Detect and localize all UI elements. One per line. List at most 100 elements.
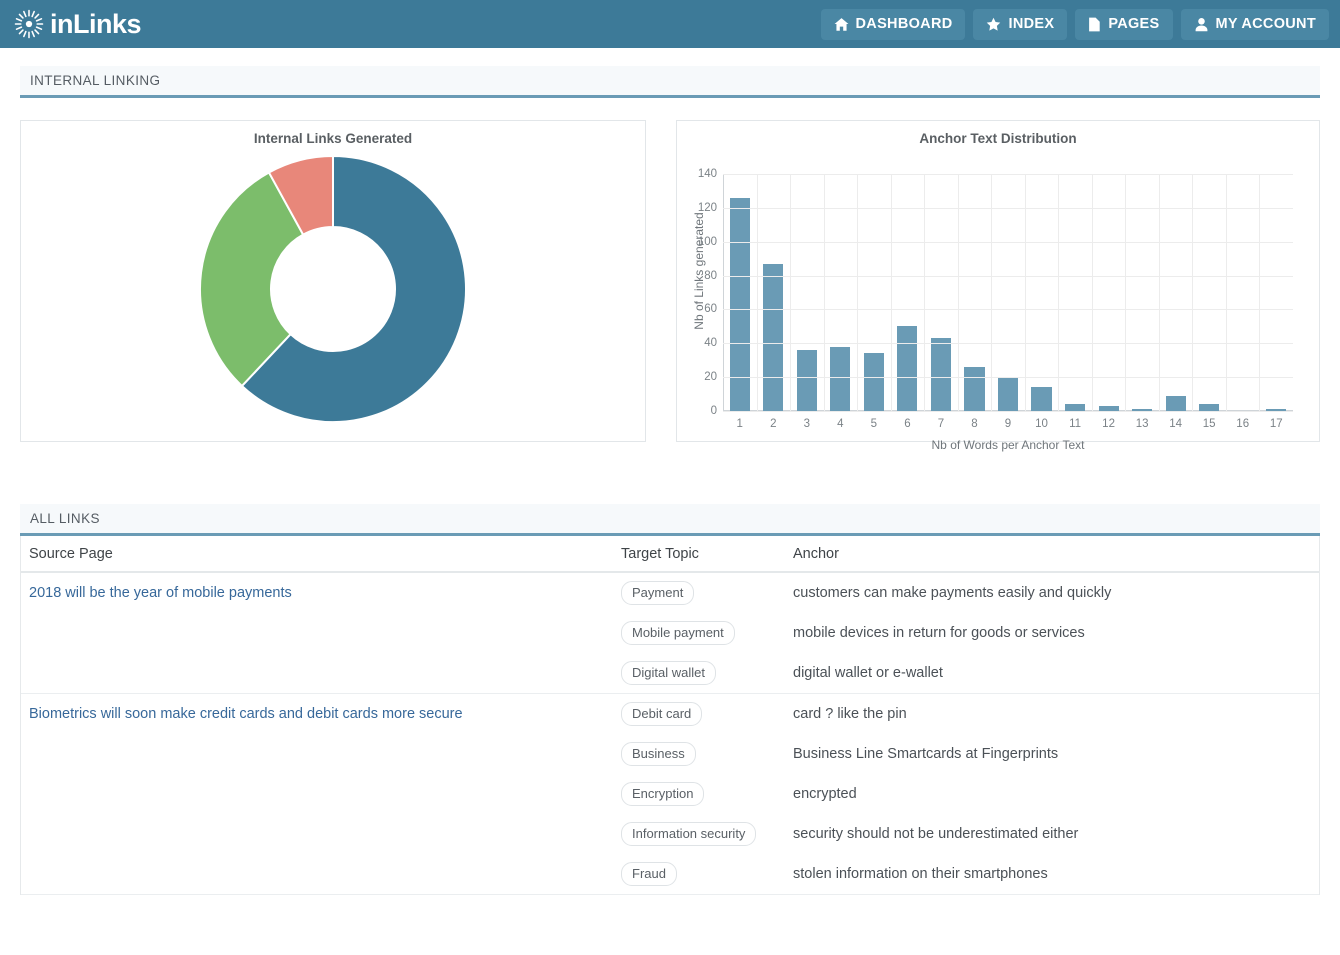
topic-chip[interactable]: Digital wallet xyxy=(621,661,716,685)
bar-column[interactable] xyxy=(1226,174,1260,411)
bar[interactable] xyxy=(1065,404,1086,411)
nav-button-group: DASHBOARD INDEX PAGES MY ACCOUNT xyxy=(820,8,1332,40)
target-topic-cell: Fraud xyxy=(621,862,793,886)
table-row: Fraud stolen information on their smartph… xyxy=(21,854,1319,894)
topic-chip[interactable]: Encryption xyxy=(621,782,705,806)
gridline-vertical xyxy=(991,174,993,411)
anchor-text-cell: digital wallet or e-wallet xyxy=(793,665,943,681)
internal-links-generated-card: Internal Links Generated xyxy=(20,120,646,442)
anchor-text-cell: card ? like the pin xyxy=(793,706,907,722)
bar-column[interactable] xyxy=(824,174,858,411)
table-row: Encryption encrypted xyxy=(21,774,1319,814)
topic-chip[interactable]: Payment xyxy=(621,581,695,605)
x-axis-tick-label: 1 xyxy=(736,418,743,430)
bar-column[interactable] xyxy=(891,174,925,411)
y-axis-tick-label: 20 xyxy=(704,371,717,384)
all-links-section-header: ALL LINKS xyxy=(20,504,1320,536)
gridline-vertical xyxy=(857,174,859,411)
bar[interactable] xyxy=(763,263,784,411)
table-row: Biometrics will soon make credit cards a… xyxy=(21,694,1319,734)
all-links-title: ALL LINKS xyxy=(30,511,100,526)
bar-column[interactable] xyxy=(857,174,891,411)
bar-column[interactable] xyxy=(1192,174,1226,411)
topic-chip[interactable]: Business xyxy=(621,742,696,766)
table-row: Mobile payment mobile devices in return f… xyxy=(21,613,1319,653)
source-page-link[interactable]: Biometrics will soon make credit cards a… xyxy=(29,706,463,722)
nav-my-account-button[interactable]: MY ACCOUNT xyxy=(1180,8,1329,40)
target-topic-cell: Information security xyxy=(621,822,793,846)
bar[interactable] xyxy=(729,197,750,411)
user-icon xyxy=(1195,17,1207,31)
bar-column[interactable] xyxy=(1125,174,1159,411)
bar-chart: Nb of Links generated 0 20 40 60 80 100 120 140… xyxy=(677,146,1321,452)
gridline-horizontal xyxy=(723,377,1293,379)
x-axis-tick-label: 10 xyxy=(1035,418,1048,430)
bar-column[interactable] xyxy=(790,174,824,411)
internal-linking-title: INTERNAL LINKING xyxy=(30,73,161,88)
nav-dashboard-button[interactable]: DASHBOARD xyxy=(820,8,966,40)
home-icon xyxy=(834,17,848,31)
gridline-horizontal xyxy=(723,411,1293,412)
topic-chip[interactable]: Information security xyxy=(621,822,757,846)
gridline-horizontal xyxy=(723,343,1293,345)
x-axis-tick-label: 3 xyxy=(803,418,811,430)
bar[interactable] xyxy=(1031,387,1052,411)
bar-column[interactable] xyxy=(1058,174,1092,411)
x-axis-tick-label: 9 xyxy=(1004,418,1012,430)
x-axis-tick-label: 2 xyxy=(770,418,777,430)
x-axis-tick-label: 8 xyxy=(971,418,978,430)
table-body: 2018 will be the year of mobile payments… xyxy=(21,573,1319,895)
bar-column[interactable] xyxy=(757,174,791,411)
bar-column[interactable] xyxy=(1260,174,1294,411)
bar[interactable] xyxy=(830,346,851,411)
gridline-horizontal xyxy=(723,207,1293,209)
nav-pages-button[interactable]: PAGES xyxy=(1075,8,1173,40)
bar[interactable] xyxy=(796,350,817,411)
bar[interactable] xyxy=(863,353,884,411)
column-header-anchor: Anchor xyxy=(793,546,839,562)
target-topic-cell: Payment xyxy=(621,581,793,605)
gridline-vertical xyxy=(756,174,758,411)
bar-column[interactable] xyxy=(1092,174,1126,411)
gridline-horizontal xyxy=(723,241,1293,243)
bar[interactable] xyxy=(930,338,951,411)
bar-column[interactable] xyxy=(1025,174,1059,411)
bar-column[interactable] xyxy=(723,174,757,411)
topic-chip[interactable]: Mobile payment xyxy=(621,621,735,645)
nav-index-button[interactable]: INDEX xyxy=(973,8,1068,40)
file-icon xyxy=(1089,17,1101,31)
bar-column[interactable] xyxy=(924,174,958,411)
table-row: Information security security should not … xyxy=(21,814,1319,854)
y-axis-tick-label: 60 xyxy=(704,303,717,316)
nav-dashboard-label: DASHBOARD xyxy=(855,16,953,32)
bar[interactable] xyxy=(897,326,918,411)
bar[interactable] xyxy=(1199,404,1220,411)
table-row: Digital wallet digital wallet or e-wallet xyxy=(21,653,1319,693)
bar[interactable] xyxy=(964,367,985,411)
charts-row: Internal Links Generated Anchor Text Dis… xyxy=(20,120,1321,452)
x-axis-tick-label: 4 xyxy=(837,418,844,430)
nav-pages-label: PAGES xyxy=(1108,16,1160,32)
topic-chip[interactable]: Debit card xyxy=(621,702,703,726)
nav-index-label: INDEX xyxy=(1008,16,1055,32)
target-topic-cell: Digital wallet xyxy=(621,661,793,685)
target-topic-cell: Business xyxy=(621,742,793,766)
anchor-text-distribution-card: Anchor Text Distribution Nb of Links gen… xyxy=(676,120,1321,452)
bar[interactable] xyxy=(997,377,1019,411)
bar[interactable] xyxy=(1165,395,1186,411)
brand-logo[interactable]: inLinks xyxy=(14,8,142,39)
x-axis-tick-label: 11 xyxy=(1069,418,1082,430)
target-topic-cell: Mobile payment xyxy=(621,621,793,645)
column-header-target-topic: Target Topic xyxy=(621,546,699,562)
bar-column[interactable] xyxy=(1159,174,1193,411)
source-page-cell: 2018 will be the year of mobile payments xyxy=(21,584,621,602)
bar-chart-plot-area: 0 20 40 60 80 100 120 140 1 2 3 4 5 6 7 8 9 10 11 12 13 14 15 1… xyxy=(698,168,1294,430)
x-axis-tick-label: 16 xyxy=(1236,418,1250,430)
source-page-link[interactable]: 2018 will be the year of mobile payments xyxy=(29,585,292,601)
bar-column[interactable] xyxy=(991,174,1025,411)
brand-name: inLinks xyxy=(50,8,142,39)
x-axis-tick-label: 6 xyxy=(904,418,911,430)
gridline-vertical xyxy=(1125,174,1127,411)
topic-chip[interactable]: Fraud xyxy=(621,862,677,886)
bar-column[interactable] xyxy=(958,174,992,411)
